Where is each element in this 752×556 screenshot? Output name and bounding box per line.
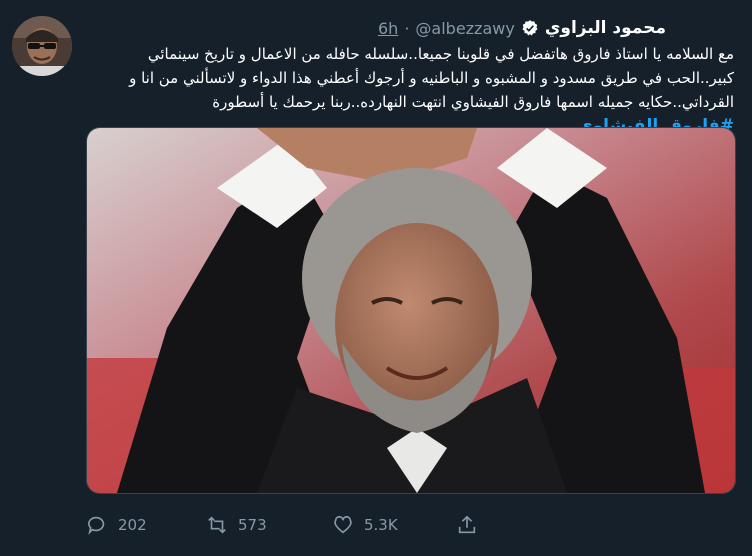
retweet-icon <box>208 516 226 534</box>
separator-dot: · <box>404 18 410 38</box>
share-button[interactable] <box>456 510 478 540</box>
timestamp[interactable]: 6h <box>378 19 398 38</box>
retweet-button[interactable]: 573 <box>206 510 267 540</box>
tweet-actions: 202 573 5.3K <box>86 510 486 540</box>
share-icon <box>458 515 476 534</box>
like-button[interactable]: 5.3K <box>332 510 398 540</box>
reply-button[interactable]: 202 <box>86 510 147 540</box>
like-count: 5.3K <box>364 516 398 534</box>
reply-icon <box>87 516 105 535</box>
tweet-header: محمود البزاوي @albezzawy · 6h <box>378 16 666 40</box>
tweet[interactable]: محمود البزاوي @albezzawy · 6h مع السلامه <box>0 0 752 556</box>
tweet-body: مع السلامه يا استاذ فاروق هاتفضل في قلوب… <box>129 45 734 111</box>
avatar[interactable] <box>12 16 72 76</box>
reply-count: 202 <box>118 516 147 534</box>
retweet-count: 573 <box>238 516 267 534</box>
tweet-text: مع السلامه يا استاذ فاروق هاتفضل في قلوب… <box>94 42 734 138</box>
user-handle[interactable]: @albezzawy <box>415 19 514 38</box>
like-icon <box>334 515 352 534</box>
display-name[interactable]: محمود البزاوي <box>545 18 666 38</box>
tweet-image[interactable] <box>86 127 736 494</box>
verified-badge-icon <box>522 20 538 36</box>
